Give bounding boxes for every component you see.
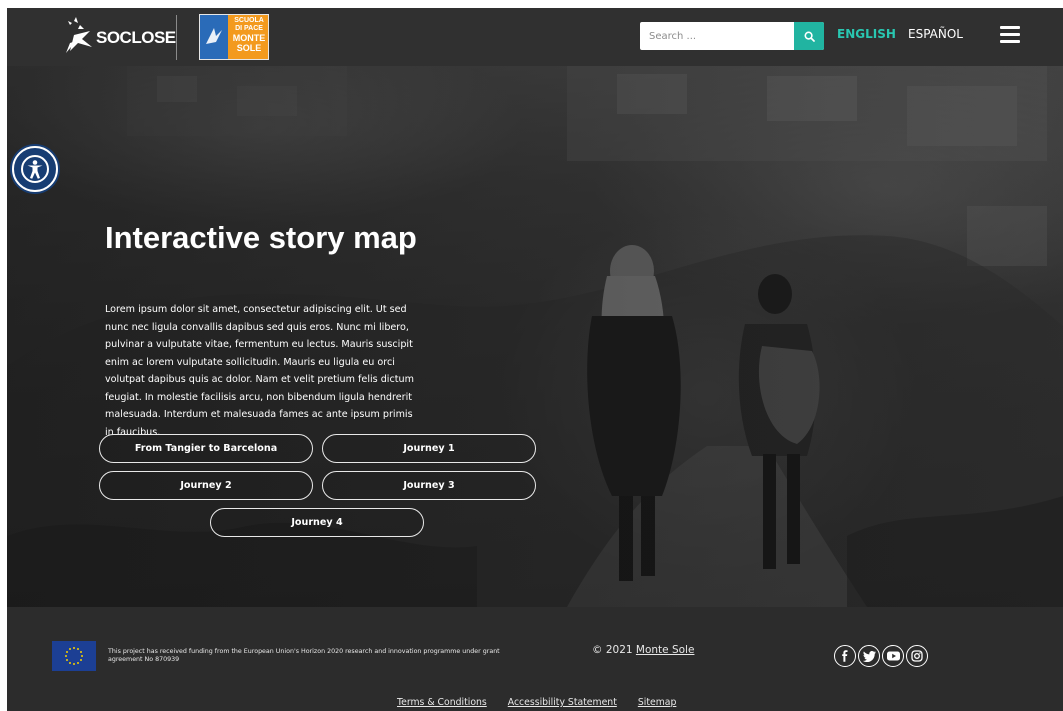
- youtube-icon[interactable]: [882, 645, 904, 667]
- search-button[interactable]: [794, 22, 824, 50]
- search-box: [640, 22, 824, 50]
- twitter-icon[interactable]: [858, 645, 880, 667]
- journey-button-4[interactable]: Journey 4: [210, 508, 424, 537]
- eu-flag-icon: [52, 641, 96, 671]
- journey-button-2[interactable]: Journey 2: [99, 471, 313, 500]
- logo-divider: [176, 15, 177, 60]
- monte-sole-logo-line-1: SCUOLA: [234, 17, 264, 24]
- language-english-link[interactable]: ENGLISH: [837, 27, 896, 41]
- eu-funding-text: This project has received funding from t…: [108, 648, 500, 663]
- accessibility-statement-link[interactable]: Accessibility Statement: [508, 697, 617, 708]
- site-footer: This project has received funding from t…: [7, 607, 1063, 711]
- journey-button-3[interactable]: Journey 3: [322, 471, 536, 500]
- journey-button-1[interactable]: Journey 1: [322, 434, 536, 463]
- page: SOCLOSE SCUOLA DI PACE MONTE SOLE Search…: [7, 8, 1063, 711]
- soclose-logo[interactable]: SOCLOSE: [60, 13, 176, 57]
- footer-links: Terms & Conditions Accessibility Stateme…: [397, 697, 676, 708]
- soclose-logo-text: SOCLOSE: [96, 28, 176, 47]
- monte-sole-logo-line-3: MONTE: [232, 33, 266, 43]
- accessibility-button[interactable]: [12, 146, 58, 192]
- language-spanish-link[interactable]: ESPAÑOL: [908, 27, 963, 41]
- monte-sole-logo-line-4: SOLE: [236, 43, 262, 53]
- hero-section: Interactive story map Lorem ipsum dolor …: [7, 66, 1063, 607]
- journey-button-tangier-barcelona[interactable]: From Tangier to Barcelona: [99, 434, 313, 463]
- accessibility-icon: [21, 155, 49, 183]
- search-icon: [803, 30, 815, 42]
- monte-sole-link[interactable]: Monte Sole: [636, 644, 695, 656]
- facebook-icon[interactable]: [834, 645, 856, 667]
- hero-description: Lorem ipsum dolor sit amet, consectetur …: [105, 304, 414, 438]
- search-input[interactable]: [640, 22, 794, 50]
- sitemap-link[interactable]: Sitemap: [638, 697, 677, 708]
- terms-conditions-link[interactable]: Terms & Conditions: [397, 697, 487, 708]
- monte-sole-logo[interactable]: SCUOLA DI PACE MONTE SOLE: [199, 14, 269, 60]
- monte-sole-logo-line-2: DI PACE: [235, 25, 263, 32]
- instagram-icon[interactable]: [906, 645, 928, 667]
- social-links: [834, 645, 928, 667]
- menu-button[interactable]: [1000, 26, 1020, 44]
- copyright: © 2021 Monte Sole: [592, 644, 694, 656]
- site-header: SOCLOSE SCUOLA DI PACE MONTE SOLE Search…: [7, 8, 1063, 66]
- dove-logo-icon: [206, 28, 222, 44]
- copyright-prefix: © 2021: [592, 644, 636, 656]
- hero-title: Interactive story map: [105, 220, 417, 255]
